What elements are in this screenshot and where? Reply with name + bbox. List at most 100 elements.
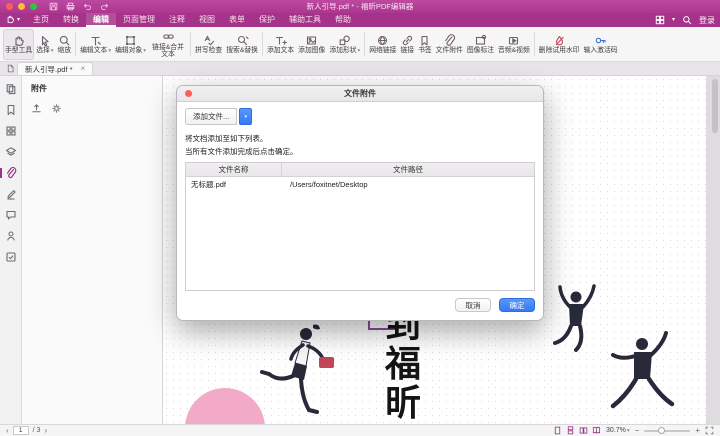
tool-add-shape[interactable]: 添加形状▾ xyxy=(327,29,362,60)
column-header-filepath[interactable]: 文件路径 xyxy=(282,163,534,176)
toolbar-separator xyxy=(75,32,76,56)
facing-view-icon[interactable] xyxy=(579,426,588,435)
previous-page-icon[interactable]: ‹ xyxy=(6,427,9,435)
watermark-remove-icon xyxy=(553,33,566,47)
login-button[interactable]: 登录 xyxy=(699,15,715,26)
tool-label: 音频&视频 xyxy=(498,47,530,54)
tool-spell-check[interactable]: 拼写检查 xyxy=(193,29,224,60)
tool-link-join-text[interactable]: 链接&合并文本 xyxy=(148,29,188,60)
zoom-in-icon[interactable]: + xyxy=(695,427,700,435)
close-window-button[interactable] xyxy=(6,3,13,10)
attachment-icon[interactable] xyxy=(5,167,17,179)
menu-item-comment[interactable]: 注释 xyxy=(162,13,192,27)
search-icon[interactable] xyxy=(682,15,692,25)
search-replace-icon xyxy=(236,33,249,47)
column-header-filename[interactable]: 文件名称 xyxy=(186,163,282,176)
menu-item-edit[interactable]: 编辑 xyxy=(86,13,116,27)
attachment-settings-icon[interactable] xyxy=(51,103,62,114)
copy-icon[interactable] xyxy=(5,83,17,95)
cancel-button[interactable]: 取消 xyxy=(455,298,491,312)
vertical-scrollbar[interactable] xyxy=(712,79,718,133)
comment-icon[interactable] xyxy=(5,209,17,221)
zoom-level[interactable]: 30.7% ▾ xyxy=(606,427,630,434)
zoom-out-icon[interactable]: − xyxy=(635,427,640,435)
dialog-titlebar: 文件附件 xyxy=(177,86,543,102)
zoom-slider[interactable] xyxy=(644,430,690,432)
tool-hand[interactable]: 手型工具 xyxy=(3,29,34,60)
chevron-down-icon: ▾ xyxy=(358,48,361,54)
table-row[interactable]: 无标题.pdf /Users/foxitnet/Desktop xyxy=(186,177,534,192)
zoom-window-button[interactable] xyxy=(30,3,37,10)
zoom-value: 30.7% xyxy=(606,427,626,434)
key-icon xyxy=(594,33,607,47)
menu-item-form[interactable]: 表单 xyxy=(222,13,252,27)
signature-icon[interactable] xyxy=(5,188,17,200)
tool-label: 书签 xyxy=(418,47,432,54)
tool-file-attachment[interactable]: 文件附件 xyxy=(434,29,465,60)
tool-enter-activation-code[interactable]: 输入激活码 xyxy=(582,29,620,60)
add-image-icon xyxy=(305,33,318,47)
tool-web-links[interactable]: 网络链接 xyxy=(367,29,398,60)
redo-icon[interactable] xyxy=(100,2,109,11)
ok-button[interactable]: 确定 xyxy=(499,298,535,312)
hand-tool-menu[interactable]: ▾ xyxy=(5,14,20,26)
tool-edit-text[interactable]: 编辑文本▾ xyxy=(78,29,113,60)
menubar: ▾ 主页 转换 编辑 页面管理 注释 视图 表单 保护 辅助工具 帮助 ▾ 登录 xyxy=(0,13,720,27)
save-icon[interactable] xyxy=(49,2,58,11)
single-page-view-icon[interactable] xyxy=(553,426,562,435)
tool-label: 添加文本 xyxy=(267,47,294,54)
start-page-icon[interactable] xyxy=(3,62,17,75)
tool-label: 链接&合并文本 xyxy=(150,44,186,59)
tool-select[interactable]: 选择▾ xyxy=(34,29,55,60)
dialog-buttons: 取消 确定 xyxy=(185,298,535,312)
chevron-down-icon: ▾ xyxy=(51,48,54,54)
add-file-button[interactable]: 添加文件... xyxy=(185,108,237,125)
tool-add-text[interactable]: 添加文本 xyxy=(265,29,296,60)
menu-item-convert[interactable]: 转换 xyxy=(56,13,86,27)
tool-audio-video[interactable]: 音频&视频 xyxy=(496,29,532,60)
window-title: 新人引导.pdf * - 福昕PDF编辑器 xyxy=(307,1,414,12)
chevron-down-icon: ▾ xyxy=(17,17,20,23)
menu-item-help[interactable]: 帮助 xyxy=(328,13,358,27)
chevron-down-icon[interactable]: ▾ xyxy=(672,17,675,23)
traffic-lights xyxy=(6,3,37,10)
book-view-icon[interactable] xyxy=(592,426,601,435)
menu-item-page-management[interactable]: 页面管理 xyxy=(116,13,162,27)
menu-item-accessibility[interactable]: 辅助工具 xyxy=(282,13,328,27)
add-file-dropdown-button[interactable]: ▾ xyxy=(239,108,252,125)
bookmark-icon[interactable] xyxy=(5,104,17,116)
tool-edit-object[interactable]: 编辑对象▾ xyxy=(113,29,148,60)
fullscreen-icon[interactable] xyxy=(705,426,714,435)
menu-item-view[interactable]: 视图 xyxy=(192,13,222,27)
minimize-window-button[interactable] xyxy=(18,3,25,10)
thumbnails-icon[interactable] xyxy=(5,125,17,137)
tool-add-image[interactable]: 添加图像 xyxy=(296,29,327,60)
next-page-icon[interactable]: › xyxy=(44,427,47,435)
close-icon[interactable]: × xyxy=(81,65,86,73)
undo-icon[interactable] xyxy=(83,2,92,11)
tool-label: 手型工具 xyxy=(5,47,32,54)
table-body: 无标题.pdf /Users/foxitnet/Desktop xyxy=(186,177,534,290)
layers-icon[interactable] xyxy=(5,146,17,158)
tool-search-replace[interactable]: 搜索&替换 xyxy=(224,29,260,60)
menu-item-protect[interactable]: 保护 xyxy=(252,13,282,27)
share-icon[interactable] xyxy=(5,230,17,242)
panel-actions xyxy=(31,103,153,114)
zoom-slider-knob[interactable] xyxy=(658,427,665,434)
page-number-input[interactable]: 1 xyxy=(13,426,29,435)
document-tab[interactable]: 新人引导.pdf * × xyxy=(17,62,93,75)
continuous-view-icon[interactable] xyxy=(566,426,575,435)
open-attachment-icon[interactable] xyxy=(31,103,42,114)
form-field-icon[interactable] xyxy=(5,251,17,263)
print-icon[interactable] xyxy=(66,2,75,11)
menu-item-home[interactable]: 主页 xyxy=(26,13,56,27)
tool-image-annotation[interactable]: 图像标注 xyxy=(465,29,496,60)
tool-bookmark[interactable]: 书签 xyxy=(416,29,434,60)
tool-zoom[interactable]: 缩放 xyxy=(56,29,74,60)
link-icon xyxy=(401,33,414,47)
workspace-grid-icon[interactable] xyxy=(655,15,665,25)
tool-remove-trial-watermark[interactable]: 删除试用水印 xyxy=(537,29,582,60)
tool-label: 编辑对象 xyxy=(115,47,142,54)
dialog-close-button[interactable] xyxy=(185,90,192,97)
tool-link[interactable]: 链接 xyxy=(398,29,416,60)
